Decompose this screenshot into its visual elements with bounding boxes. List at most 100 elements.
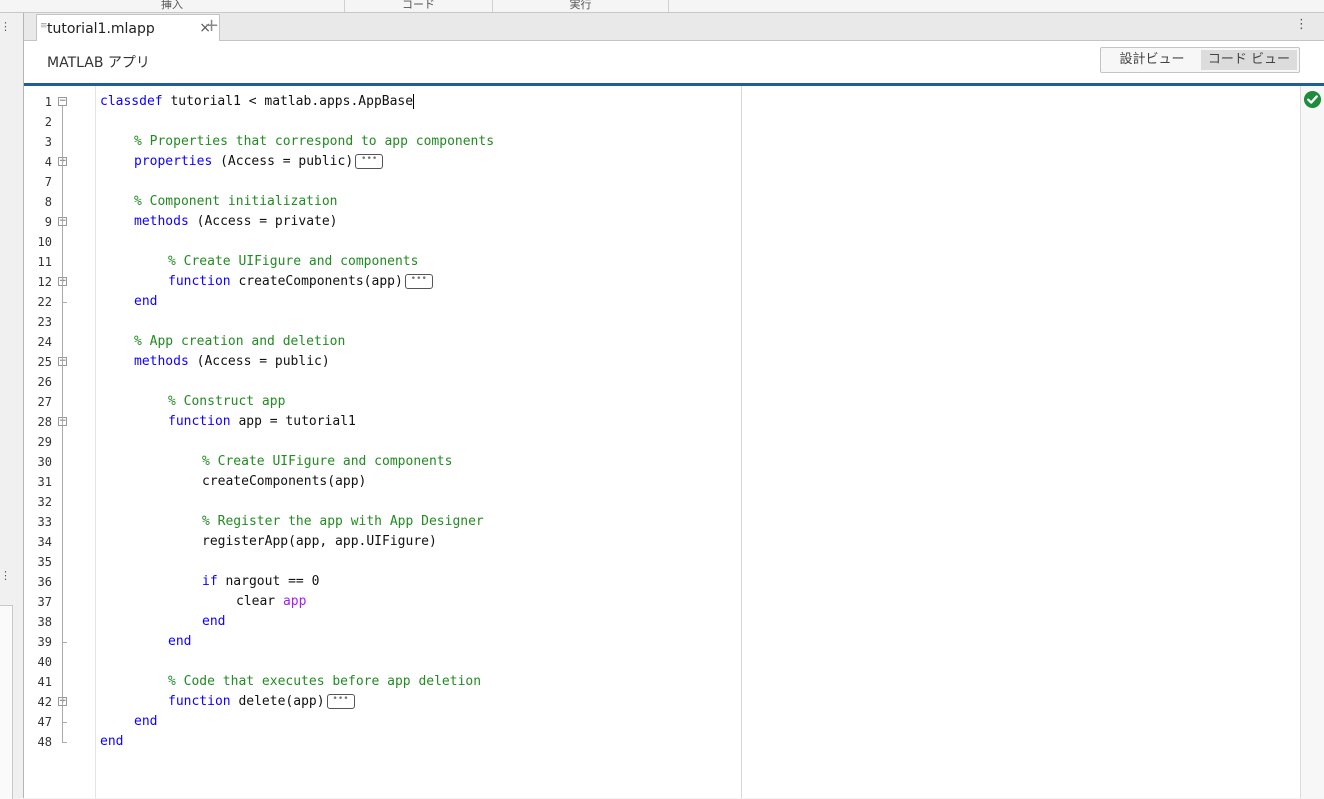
- code-line[interactable]: registerApp(app, app.UIFigure): [202, 532, 437, 552]
- fold-guide-line: [62, 226, 63, 302]
- line-number: 48: [37, 735, 52, 749]
- line-number: 3: [44, 135, 52, 149]
- line-number: 36: [37, 575, 52, 589]
- tab-label: tutorial1.mlapp: [47, 21, 155, 37]
- code-text: (Access = private): [188, 214, 338, 229]
- line-number: 30: [37, 455, 52, 469]
- code-line[interactable]: end: [134, 292, 157, 312]
- code-text: (Access = public): [188, 354, 330, 369]
- code-text: createComponents(app): [230, 274, 403, 289]
- code-keyword: end: [100, 734, 124, 749]
- code-line[interactable]: classdef tutorial1 < matlab.apps.AppBase: [100, 92, 415, 112]
- toolstrip-section-insert[interactable]: 挿入: [0, 0, 345, 12]
- line-number: 34: [37, 535, 52, 549]
- collapsed-code-ellipsis-icon[interactable]: •••: [355, 154, 384, 169]
- code-line[interactable]: % Create UIFigure and components: [168, 252, 418, 272]
- line-number: 4: [44, 155, 52, 169]
- line-number: 38: [37, 615, 52, 629]
- code-keyword: function: [168, 414, 231, 429]
- right-margin-line: [741, 86, 742, 798]
- code-line[interactable]: % Code that executes before app deletion: [168, 672, 481, 692]
- toolstrip: 挿入 コード 実行: [0, 0, 1324, 13]
- left-panel-lower: [0, 605, 13, 799]
- code-comment: % App creation and deletion: [134, 334, 346, 349]
- line-number: 28: [37, 415, 52, 429]
- code-comment: % Construct app: [168, 394, 286, 409]
- code-keyword: function: [168, 274, 231, 289]
- code-line[interactable]: createComponents(app): [202, 472, 366, 492]
- text-caret: [413, 94, 415, 109]
- code-keyword: classdef: [100, 94, 163, 109]
- code-text: nargout == 0: [217, 574, 320, 589]
- code-line[interactable]: end: [100, 732, 123, 752]
- code-editor[interactable]: 1− classdef tutorial1 < matlab.apps.AppBa…: [24, 86, 1300, 798]
- collapse-icon[interactable]: −: [58, 97, 67, 106]
- code-line[interactable]: function delete(app) •••: [168, 692, 355, 712]
- code-view-button[interactable]: コード ビュー: [1201, 50, 1297, 70]
- code-line[interactable]: methods (Access = private): [134, 212, 338, 232]
- line-number: 7: [44, 175, 52, 189]
- code-keyword: end: [134, 714, 158, 729]
- code-line[interactable]: % Create UIFigure and components: [202, 452, 452, 472]
- code-line[interactable]: clear app: [236, 592, 306, 612]
- code-line[interactable]: function createComponents(app) •••: [168, 272, 433, 292]
- code-line[interactable]: % Construct app: [168, 392, 285, 412]
- tab-tutorial1-mlapp[interactable]: ≡ tutorial1.mlapp ×: [36, 14, 220, 41]
- code-keyword: if: [202, 574, 218, 589]
- line-number: 24: [37, 335, 52, 349]
- code-line[interactable]: end: [168, 632, 191, 652]
- line-number: 47: [37, 715, 52, 729]
- code-line[interactable]: % Register the app with App Designer: [202, 512, 484, 532]
- collapsed-code-ellipsis-icon[interactable]: •••: [326, 694, 355, 709]
- code-text: (Access = public): [212, 154, 354, 169]
- code-text: registerApp(app, app.UIFigure): [202, 534, 437, 549]
- panel-menu-icon-lower[interactable]: ⋮: [0, 570, 11, 582]
- fold-guide-line: [62, 426, 63, 642]
- line-number: 10: [37, 235, 52, 249]
- code-comment: % Properties that correspond to app comp…: [134, 134, 495, 149]
- line-number: 2: [44, 115, 52, 129]
- code-keyword: properties: [134, 154, 213, 169]
- code-text: tutorial1 < matlab.apps.AppBase: [162, 94, 414, 109]
- line-number: 25: [37, 355, 52, 369]
- code-line[interactable]: % Component initialization: [134, 192, 338, 212]
- code-line[interactable]: % App creation and deletion: [134, 332, 345, 352]
- panel-menu-icon[interactable]: ⋮: [0, 21, 11, 33]
- code-variable: app: [282, 594, 307, 609]
- document-tab-bar: ≡ tutorial1.mlapp × + ⋮: [24, 13, 1324, 41]
- app-title: MATLAB アプリ: [47, 55, 150, 71]
- line-number: 35: [37, 555, 52, 569]
- code-line[interactable]: end: [134, 712, 157, 732]
- code-line[interactable]: end: [202, 612, 225, 632]
- view-toggle: 設計ビュー コード ビュー: [1100, 47, 1300, 73]
- toolstrip-section-code[interactable]: コード: [345, 0, 493, 12]
- code-line[interactable]: methods (Access = public): [134, 352, 330, 372]
- line-number: 40: [37, 655, 52, 669]
- check-circle-icon: [1303, 90, 1322, 109]
- code-comment: % Create UIFigure and components: [168, 254, 419, 269]
- line-number: 31: [37, 475, 52, 489]
- code-comment: % Create UIFigure and components: [202, 454, 453, 469]
- line-number: 8: [44, 195, 52, 209]
- app-header: MATLAB アプリ 設計ビュー コード ビュー: [24, 41, 1324, 86]
- line-number: 41: [37, 675, 52, 689]
- line-number: 42: [37, 695, 52, 709]
- code-line[interactable]: properties (Access = public) •••: [134, 152, 384, 172]
- code-line[interactable]: % Properties that correspond to app comp…: [134, 132, 494, 152]
- code-line[interactable]: function app = tutorial1: [168, 412, 356, 432]
- line-number: 29: [37, 435, 52, 449]
- tab-menu-icon[interactable]: ⋮: [1295, 17, 1308, 32]
- toolstrip-section-run[interactable]: 実行: [493, 0, 669, 12]
- line-number: 12: [37, 275, 52, 289]
- line-number: 23: [37, 315, 52, 329]
- design-view-button[interactable]: 設計ビュー: [1105, 50, 1199, 70]
- code-keyword: end: [134, 294, 158, 309]
- line-number: 27: [37, 395, 52, 409]
- code-line[interactable]: if nargout == 0: [202, 572, 319, 592]
- line-number: 33: [37, 515, 52, 529]
- code-text: app = tutorial1: [230, 414, 356, 429]
- collapsed-code-ellipsis-icon[interactable]: •••: [404, 274, 433, 289]
- add-tab-icon[interactable]: +: [204, 15, 219, 36]
- fold-end-marker: [62, 742, 67, 743]
- line-number: 39: [37, 635, 52, 649]
